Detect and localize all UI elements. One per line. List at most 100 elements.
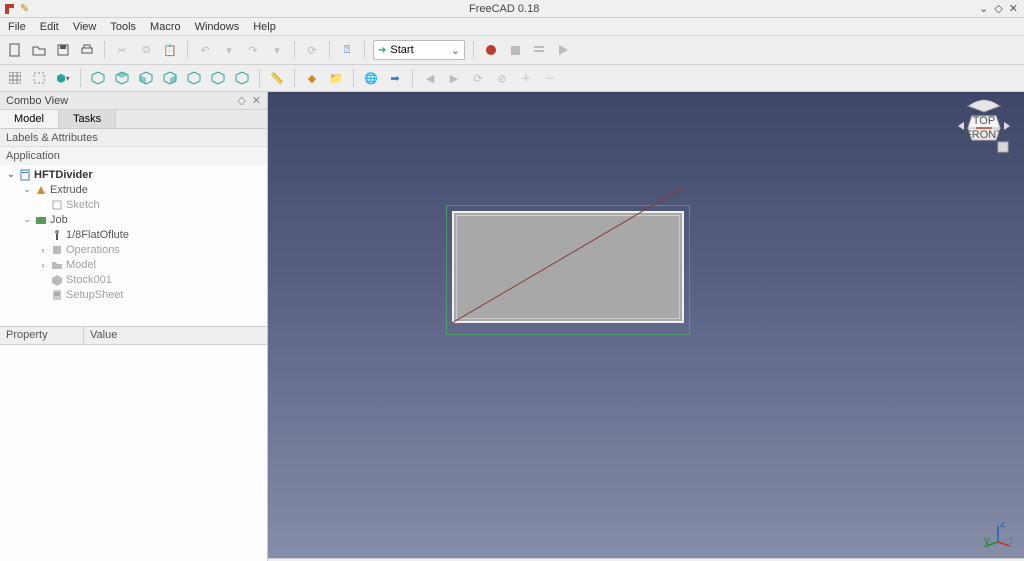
sheet-icon xyxy=(51,289,63,301)
svg-text:y: y xyxy=(984,535,990,547)
workbench-selector[interactable]: ➜ Start ⌄ xyxy=(373,40,465,60)
navigation-cube[interactable]: TOP FRONT xyxy=(954,98,1014,158)
paste-icon: 📋 xyxy=(161,41,179,59)
view-right-icon[interactable] xyxy=(161,69,179,87)
view-rear-icon[interactable] xyxy=(185,69,203,87)
twist-open-icon[interactable]: ⌄ xyxy=(22,185,32,195)
window-close-icon[interactable]: ✕ xyxy=(1009,2,1018,15)
menu-bar: File Edit View Tools Macro Windows Help xyxy=(0,18,1024,36)
3d-canvas[interactable]: TOP FRONT x y z xyxy=(268,92,1024,558)
macro-play-icon xyxy=(554,41,572,59)
macro-record-icon[interactable] xyxy=(482,41,500,59)
model-stock xyxy=(446,205,690,335)
tree-item[interactable]: ›Model xyxy=(0,257,267,272)
undo-icon: ↶ xyxy=(196,41,214,59)
combo-view-title: Combo View xyxy=(6,95,231,107)
part-icon[interactable]: ◆ xyxy=(303,69,321,87)
property-panel: Property Value View Data xyxy=(0,327,267,561)
property-col-value: Value xyxy=(84,327,267,344)
whatsthis-icon[interactable]: ⍰ xyxy=(338,41,356,59)
panel-close-icon[interactable]: ✕ xyxy=(252,94,261,107)
tree-item[interactable]: SetupSheet xyxy=(0,287,267,302)
tree-item[interactable]: 1/8FlatOflute xyxy=(0,227,267,242)
property-body xyxy=(0,345,267,561)
combo-view-header: Combo View ◇ ✕ xyxy=(0,92,267,110)
nav-stop-icon: ⊘ xyxy=(493,69,511,87)
property-header: Property Value xyxy=(0,327,267,345)
link-forward-icon[interactable]: ➡ xyxy=(386,69,404,87)
tree-item[interactable]: ⌄ Extrude xyxy=(0,182,267,197)
group-icon[interactable]: 📁 xyxy=(327,69,345,87)
svg-text:FRONT: FRONT xyxy=(965,129,1003,141)
tree-item-label: Sketch xyxy=(66,199,100,211)
titlebar-tool-icon: ✎ xyxy=(20,2,29,15)
zoom-out-icon: － xyxy=(541,69,559,87)
view-bottom-icon[interactable] xyxy=(209,69,227,87)
tree-item[interactable]: › Operations xyxy=(0,242,267,257)
grid-toggle-icon[interactable] xyxy=(6,69,24,87)
tree-item[interactable]: ⌄ Job xyxy=(0,212,267,227)
new-doc-icon[interactable] xyxy=(6,41,24,59)
window-minimize-icon[interactable]: ⌄ xyxy=(979,2,988,15)
view-front-icon[interactable] xyxy=(113,69,131,87)
menu-help[interactable]: Help xyxy=(253,21,276,33)
panel-float-icon[interactable]: ◇ xyxy=(237,94,245,107)
tree-item-label: Job xyxy=(50,214,68,226)
web-icon[interactable]: 🌐 xyxy=(362,69,380,87)
model-tree[interactable]: ⌄HFTDivider⌄ExtrudeSketch⌄Job1/8FlatOflu… xyxy=(0,165,267,327)
menu-file[interactable]: File xyxy=(8,21,26,33)
nav-reload-icon: ⟳ xyxy=(469,69,487,87)
view-left-icon[interactable] xyxy=(233,69,251,87)
print-icon[interactable] xyxy=(78,41,96,59)
tree-item-label: HFTDivider xyxy=(34,169,93,181)
tree-item[interactable]: Sketch xyxy=(0,197,267,212)
bbox-icon[interactable] xyxy=(30,69,48,87)
nav-left-icon: ◀ xyxy=(421,69,439,87)
redo-icon: ↷ xyxy=(244,41,262,59)
title-bar: ✎ FreeCAD 0.18 ⌄ ◇ ✕ xyxy=(0,0,1024,18)
macro-list-icon xyxy=(530,41,548,59)
window-maximize-icon[interactable]: ◇ xyxy=(994,2,1002,15)
view-iso-icon[interactable] xyxy=(89,69,107,87)
app-logo-icon xyxy=(4,3,16,15)
tab-tasks[interactable]: Tasks xyxy=(59,110,116,128)
twist-none xyxy=(38,200,48,210)
toolbar-view: ⬢▾ 📏 ◆ 📁 🌐 ➡ ◀ ▶ ⟳ ⊘ ＋ － xyxy=(0,65,1024,92)
chevron-down-icon: ⌄ xyxy=(451,44,460,57)
save-icon[interactable] xyxy=(54,41,72,59)
menu-edit[interactable]: Edit xyxy=(40,21,59,33)
stock-icon xyxy=(51,274,63,286)
cut-icon: ✂ xyxy=(113,41,131,59)
menu-windows[interactable]: Windows xyxy=(195,21,240,33)
view-top-icon[interactable] xyxy=(137,69,155,87)
zoom-in-icon: ＋ xyxy=(517,69,535,87)
twist-open-icon[interactable]: ⌄ xyxy=(22,215,32,225)
tree-item[interactable]: Stock001 xyxy=(0,272,267,287)
tab-model[interactable]: Model xyxy=(0,110,59,128)
tool-icon xyxy=(51,229,63,241)
labels-attributes-header: Labels & Attributes xyxy=(0,129,267,147)
combo-view-panel: Combo View ◇ ✕ Model Tasks Labels & Attr… xyxy=(0,92,268,561)
menu-view[interactable]: View xyxy=(73,21,97,33)
workbench-start-icon: ➜ xyxy=(378,45,386,56)
ops-icon xyxy=(51,244,63,256)
axis-indicator-icon: x y z xyxy=(984,522,1012,550)
open-icon[interactable] xyxy=(30,41,48,59)
menu-macro[interactable]: Macro xyxy=(150,21,181,33)
twist-open-icon[interactable]: ⌄ xyxy=(6,170,16,180)
menu-tools[interactable]: Tools xyxy=(110,21,136,33)
workbench-selected-label: Start xyxy=(390,44,413,56)
twist-none xyxy=(38,230,48,240)
folder-icon xyxy=(51,259,63,271)
window-title: FreeCAD 0.18 xyxy=(29,3,979,15)
macro-stop-icon xyxy=(506,41,524,59)
measure-icon[interactable]: 📏 xyxy=(268,69,286,87)
twist-closed-icon[interactable]: › xyxy=(38,260,48,270)
undo-dropdown-icon: ▾ xyxy=(220,41,238,59)
tree-item-label: Extrude xyxy=(50,184,88,196)
twist-closed-icon[interactable]: › xyxy=(38,245,48,255)
tree-item[interactable]: ⌄ HFTDivider xyxy=(0,167,267,182)
svg-text:z: z xyxy=(1000,522,1006,530)
tree-item-label: Operations xyxy=(66,244,120,256)
drawstyle-icon[interactable]: ⬢▾ xyxy=(54,69,72,87)
